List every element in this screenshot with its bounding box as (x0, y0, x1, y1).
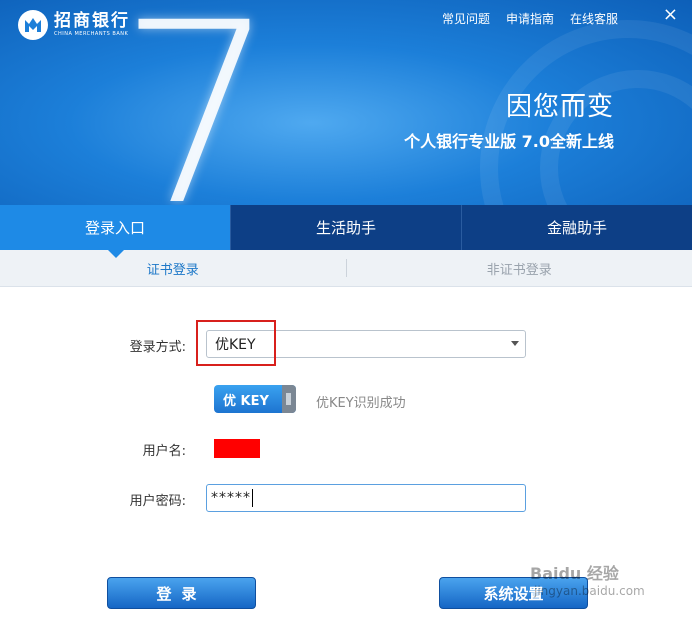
cmb-logo-icon (18, 10, 48, 40)
main-tabs: 登录入口 生活助手 金融助手 (0, 205, 692, 250)
tab-login[interactable]: 登录入口 (0, 205, 230, 250)
banner: 7 招商银行 CHINA MERCHANTS BANK 常见问题 申请指南 在线… (0, 0, 692, 205)
brand-name: 招商银行 (54, 11, 130, 31)
watermark-text: Baidu 经验 (530, 564, 619, 583)
password-value: ***** (211, 490, 251, 506)
watermark-url: jingyan.baidu.com (534, 584, 645, 598)
password-input[interactable]: ***** (206, 484, 526, 512)
username-redacted (214, 439, 260, 458)
watermark: Baidu 经验 jingyan.baidu.com (530, 560, 645, 598)
version-seven-graphic: 7 (118, 0, 278, 205)
tab-finance-assistant[interactable]: 金融助手 (461, 205, 692, 250)
highlight-box (196, 320, 276, 366)
online-service-link[interactable]: 在线客服 (570, 10, 618, 27)
top-links: 常见问题 申请指南 在线客服 (442, 10, 618, 27)
banner-subtitle: 个人银行专业版 7.0全新上线 (404, 132, 614, 151)
brand-logo: 招商银行 CHINA MERCHANTS BANK (18, 10, 130, 40)
apply-guide-link[interactable]: 申请指南 (506, 10, 554, 27)
username-label: 用户名: (142, 444, 186, 459)
ukey-device-icon: 优 KEY (214, 385, 296, 413)
brand-name-en: CHINA MERCHANTS BANK (54, 31, 129, 37)
faq-link[interactable]: 常见问题 (442, 10, 490, 27)
ukey-status-text: 优KEY识别成功 (316, 396, 406, 411)
login-method-label: 登录方式: (129, 340, 186, 355)
login-type-tabs: 证书登录 非证书登录 (0, 250, 692, 287)
text-cursor (252, 489, 253, 507)
subtab-certificate-login[interactable]: 证书登录 (0, 250, 346, 286)
subtab-non-certificate-login[interactable]: 非证书登录 (347, 250, 692, 286)
usb-plug-icon (282, 385, 296, 413)
close-icon[interactable]: × (663, 4, 678, 25)
password-label: 用户密码: (129, 494, 186, 509)
tab-life-assistant[interactable]: 生活助手 (230, 205, 461, 250)
banner-slogan: 因您而变 (505, 92, 614, 122)
login-button[interactable]: 登录 (107, 577, 256, 609)
ukey-label: 优 KEY (223, 393, 269, 409)
chevron-down-icon (511, 341, 519, 346)
